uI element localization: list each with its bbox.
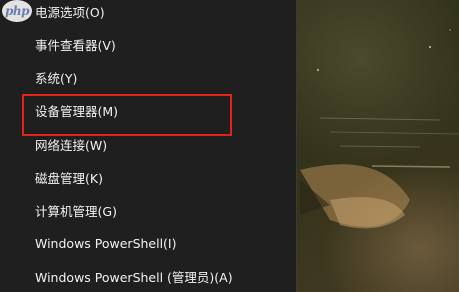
menu-item-network-connections[interactable]: 网络连接(W): [0, 128, 296, 161]
screen: 电源选项(O) 事件查看器(V) 系统(Y) 设备管理器(M) 网络连接(W) …: [0, 0, 459, 292]
menu-item-label: 计算机管理(G): [35, 204, 117, 219]
menu-item-label: 网络连接(W): [35, 138, 108, 153]
menu-item-label: 磁盘管理(K): [35, 171, 103, 186]
watermark-text: php: [4, 4, 30, 18]
menu-item-label: Windows PowerShell (管理员)(A): [35, 270, 233, 285]
menu-item-disk-management[interactable]: 磁盘管理(K): [0, 161, 296, 194]
winx-context-menu: 电源选项(O) 事件查看器(V) 系统(Y) 设备管理器(M) 网络连接(W) …: [0, 0, 297, 292]
site-watermark-logo: php: [2, 0, 32, 22]
menu-item-system[interactable]: 系统(Y): [0, 61, 296, 94]
menu-item-device-manager[interactable]: 设备管理器(M): [0, 94, 296, 127]
menu-item-power-options[interactable]: 电源选项(O): [0, 0, 296, 28]
menu-item-windows-powershell[interactable]: Windows PowerShell(I): [0, 227, 296, 260]
menu-item-windows-powershell-admin[interactable]: Windows PowerShell (管理员)(A): [0, 260, 296, 292]
menu-item-label: 设备管理器(M): [35, 104, 119, 119]
menu-item-label: Windows PowerShell(I): [35, 236, 177, 251]
menu-item-label: 事件查看器(V): [35, 38, 116, 53]
menu-item-event-viewer[interactable]: 事件查看器(V): [0, 28, 296, 61]
menu-item-label: 电源选项(O): [35, 5, 105, 20]
menu-item-computer-management[interactable]: 计算机管理(G): [0, 194, 296, 227]
menu-item-label: 系统(Y): [35, 71, 78, 86]
